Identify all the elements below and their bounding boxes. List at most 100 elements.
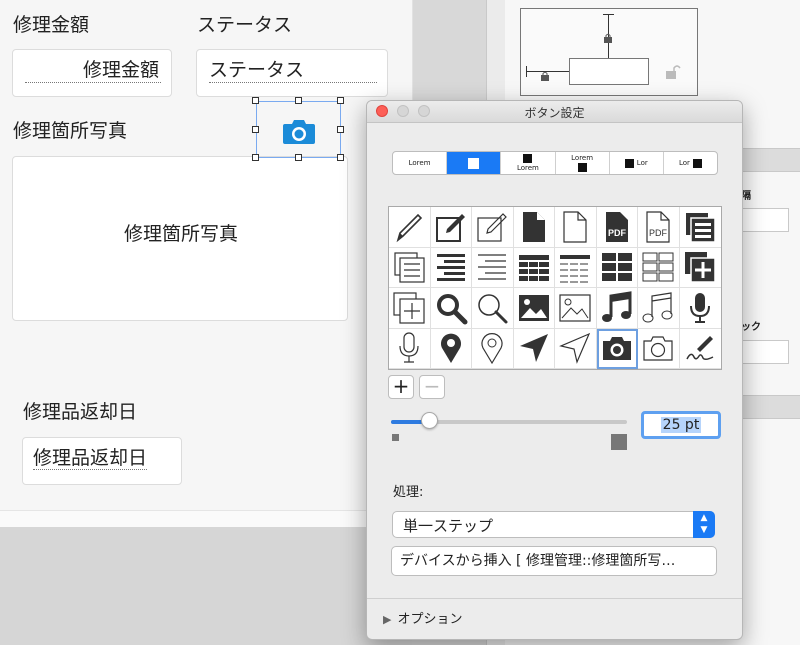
label-style-segmented-control[interactable]: Lorem Lorem Lorem Lor Lor [392,151,718,175]
navigate-solid-icon [519,334,548,363]
options-disclosure[interactable]: ▶ オプション [383,608,462,627]
icon-cell[interactable] [555,328,597,369]
style-segment-icon-below[interactable]: Lorem [556,152,610,174]
selection-handle[interactable] [295,97,302,104]
document-outline-icon [563,211,587,243]
autosize-inner-box [569,58,649,85]
mic-outline-icon [399,332,419,363]
large-size-icon [611,434,627,450]
icon-size-field[interactable]: 25 pt [641,411,721,439]
icon-cell[interactable] [472,288,514,329]
pdf-label: PDF [608,228,627,238]
selection-handle[interactable] [337,97,344,104]
icon-cell[interactable] [679,207,721,248]
script-step-button[interactable]: デバイスから挿入 [ 修理管理::修理箇所写… [391,546,717,576]
selection-handle[interactable] [337,126,344,133]
selection-handle[interactable] [252,154,259,161]
table-outline-icon [560,255,591,283]
options-label: オプション [397,612,463,627]
lock-icon[interactable] [603,28,613,43]
field-status[interactable]: ステータス [196,49,388,97]
icon-cell[interactable] [472,328,514,369]
icon-cell[interactable] [389,247,431,288]
camera-outline-icon [643,336,673,361]
icon-cell[interactable] [389,207,431,248]
style-segment-icon-left[interactable]: Lor [610,152,664,174]
icon-cell[interactable] [555,288,597,329]
icon-cell[interactable] [555,207,597,248]
unlock-icon[interactable] [663,63,685,81]
spacing-buttons[interactable] [741,208,789,232]
icon-cell[interactable] [638,288,680,329]
selection-handle[interactable] [337,154,344,161]
icon-size-slider-knob[interactable] [420,412,438,429]
icon-cell[interactable] [513,328,555,369]
field-repair-photo[interactable]: 修理箇所写真 [12,156,348,321]
stack-outline-icon [394,252,425,283]
icon-cell[interactable] [389,288,431,329]
icon-cell[interactable] [430,207,472,248]
icon-cell[interactable] [596,288,638,329]
icon-cell[interactable] [389,328,431,369]
selection-handle[interactable] [295,154,302,161]
icon-cell[interactable] [638,247,680,288]
camera-icon[interactable] [282,119,316,145]
style-segment-label: Lor [678,159,690,167]
style-segment-icon-right[interactable]: Lor [664,152,717,174]
lock-buttons[interactable] [741,340,789,364]
icon-cell[interactable] [430,247,472,288]
edit-solid-icon [435,213,465,242]
disclosure-triangle-icon: ▶ [383,613,392,626]
inspector-label-2: ック [741,322,761,333]
icon-cell[interactable] [472,247,514,288]
icon-cell[interactable]: PDF [638,207,680,248]
field-repair-amount[interactable]: 修理金額 [12,49,172,97]
camera-solid-icon [602,337,631,361]
icon-cell[interactable] [513,288,555,329]
icon-cell[interactable] [555,247,597,288]
field-text-return-date: 修理品返却日 [33,447,148,470]
pin-outline-icon [481,333,503,365]
icon-cell[interactable] [638,328,680,369]
panel-title: ボタン設定 [524,106,585,120]
icon-cell[interactable] [472,207,514,248]
stack-solid-icon [686,212,716,243]
canvas-gray-area [0,527,412,645]
style-segment-icon-only[interactable] [447,152,502,174]
pdf-outline-icon: PDF [646,211,670,243]
icon-cell[interactable] [679,329,721,369]
icon-picker-grid[interactable]: PDF PDF [388,206,722,370]
field-return-date[interactable]: 修理品返却日 [22,437,182,485]
icon-cell[interactable] [430,288,472,329]
signature-icon [686,336,714,361]
icon-cell-selected[interactable] [596,328,638,369]
icon-cell[interactable] [513,207,555,248]
remove-icon-button[interactable]: − [419,375,445,399]
field-text-repair-amount: 修理金額 [82,59,159,81]
icon-cell[interactable]: PDF [596,207,638,248]
field-label-status: ステータス [197,14,293,36]
icon-cell[interactable] [679,248,721,288]
icon-cell[interactable] [596,247,638,288]
icon-cell[interactable] [430,328,472,369]
add-outline-icon [393,292,425,324]
square-icon [577,163,587,172]
selection-handle[interactable] [252,97,259,104]
field-label-repair-photo: 修理箇所写真 [13,120,128,142]
inspector-section-header [740,395,800,419]
style-segment-icon-above[interactable]: Lorem [501,152,556,174]
add-icon-button[interactable]: + [388,375,414,399]
action-select[interactable]: 単一ステップ ▲ ▼ [392,511,715,538]
align-solid-icon [436,254,465,282]
style-segment-text-only[interactable]: Lorem [393,152,448,174]
lock-icon[interactable] [540,66,550,81]
pdf-label: PDF [649,228,668,238]
square-icon [692,158,702,168]
icon-cell[interactable] [679,288,721,329]
icon-cell[interactable] [513,247,555,288]
search-outline-icon [478,294,508,324]
style-segment-label: Lorem [408,159,431,167]
edit-outline-icon [477,212,508,242]
selection-handle[interactable] [252,126,259,133]
button-settings-panel[interactable]: ボタン設定 Lorem Lorem Lorem Lor Lor PDF PDF … [366,100,743,640]
